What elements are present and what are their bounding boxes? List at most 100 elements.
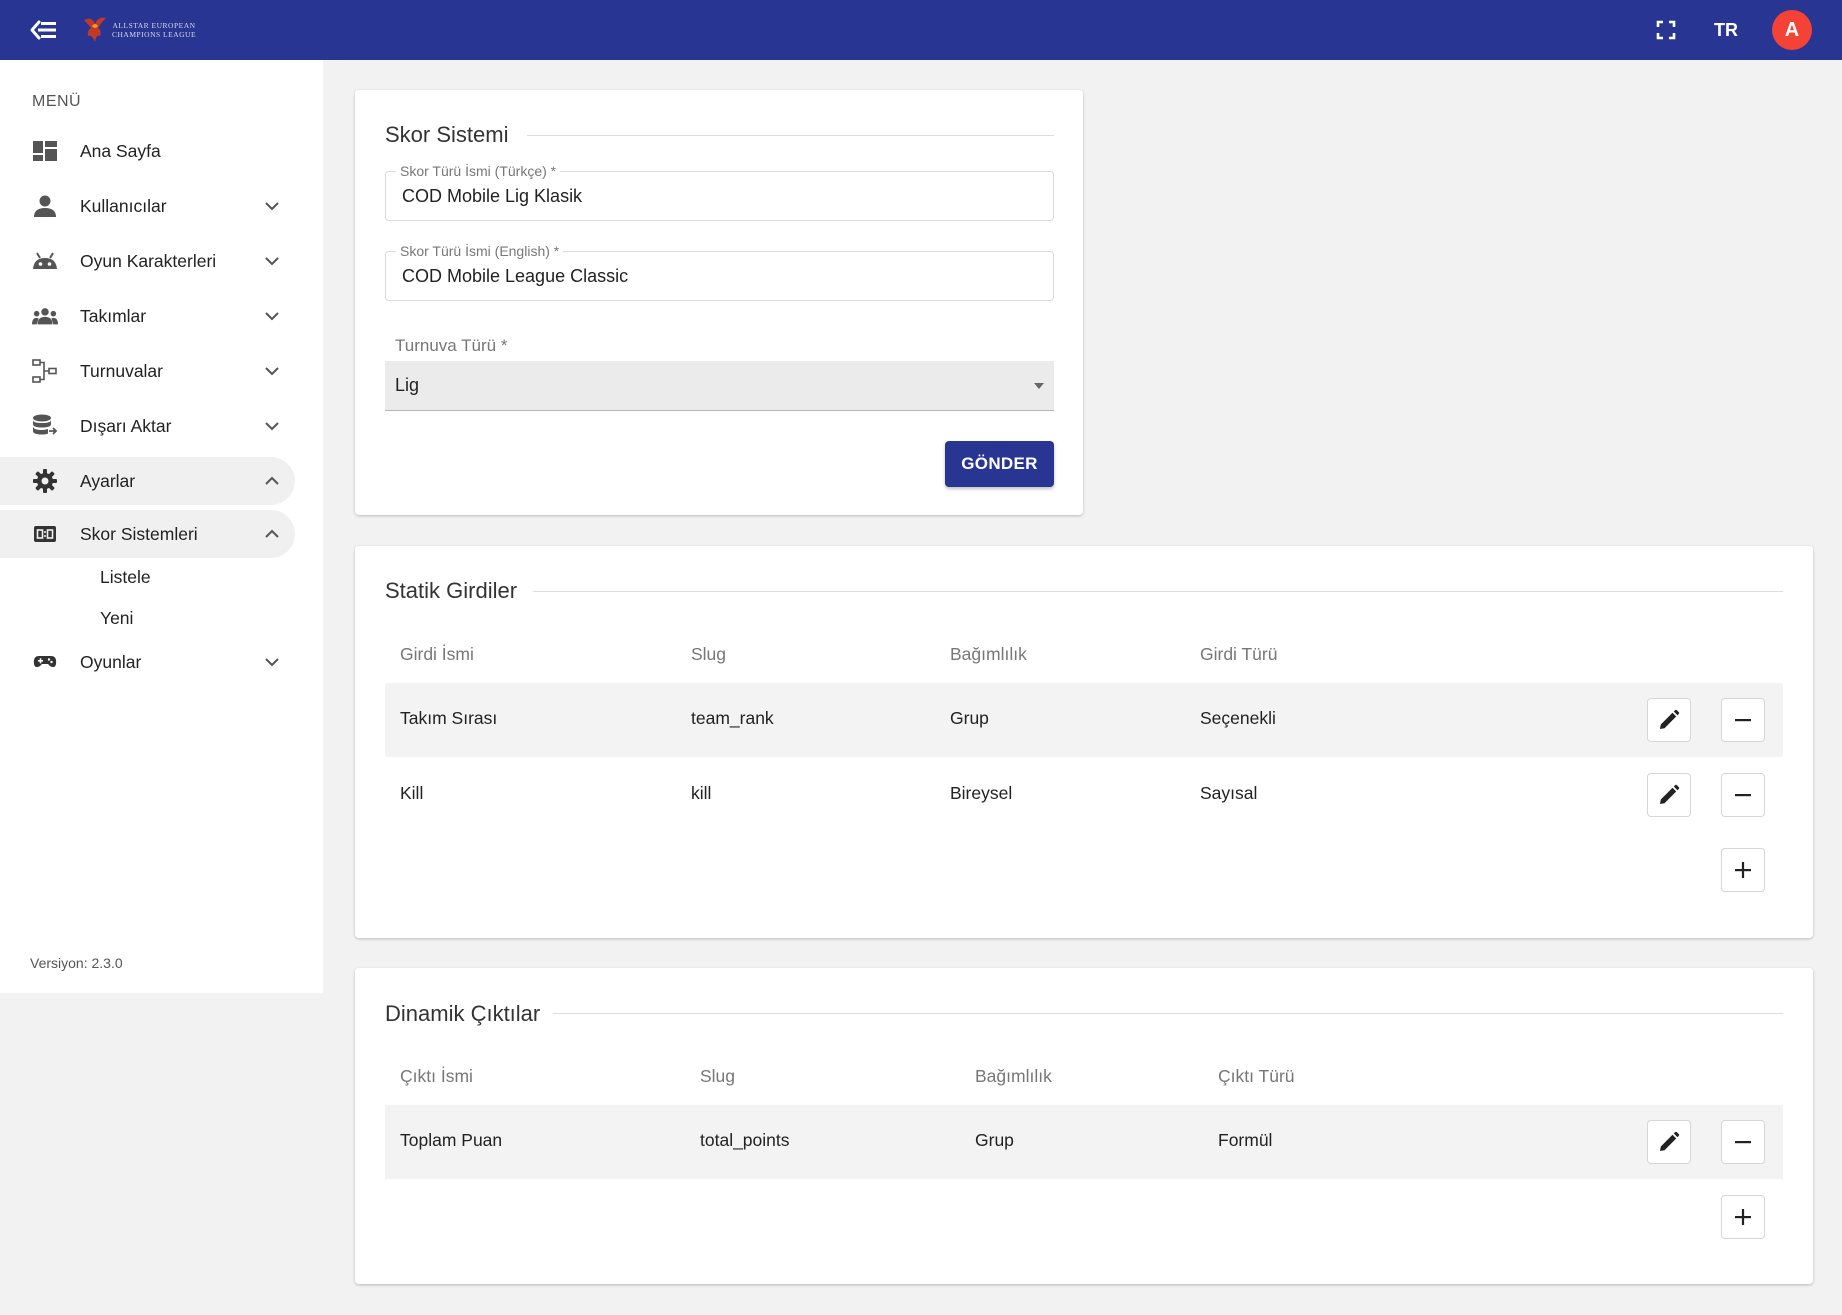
name-en-field[interactable]: Skor Türü İsmi (English) * COD Mobile Le… [385,243,1054,301]
cell-slug: team_rank [691,708,774,728]
legend-divider [533,591,1783,592]
sidebar-item-label: Turnuvalar [80,360,163,381]
column-header-output-type: Çıktı Türü [1218,1066,1295,1086]
sidebar-item-label: Oyunlar [80,651,142,672]
chevron-down-icon [265,312,279,321]
name-en-value[interactable]: COD Mobile League Classic [402,266,628,287]
minus-icon [1735,1141,1751,1144]
chevron-down-icon [265,257,279,266]
chevron-up-icon [265,529,279,538]
column-header-input-name: Girdi İsmi [400,644,474,664]
minus-icon [1735,794,1751,797]
sidebar-item-export[interactable]: Dışarı Aktar [0,402,295,450]
gear-icon [32,469,58,493]
sidebar-item-game-characters[interactable]: Oyun Karakterleri [0,237,295,285]
column-header-dependency: Bağımlılık [975,1066,1052,1086]
add-input-button[interactable] [1721,848,1765,892]
name-tr-value[interactable]: COD Mobile Lig Klasik [402,186,582,207]
name-tr-field[interactable]: Skor Türü İsmi (Türkçe) * COD Mobile Lig… [385,163,1054,221]
table-row: Takım Sırası team_rank Grup Seçenekli [385,683,1783,757]
dropdown-arrow-icon [1034,383,1044,389]
legend-divider [553,1013,1783,1014]
dynamic-outputs-card: Dinamik Çıktılar Çıktı İsmi Slug Bağımlı… [355,968,1813,1284]
scoreboard-icon [32,522,58,546]
sidebar-item-label: Ana Sayfa [80,140,161,161]
edit-button[interactable] [1647,1120,1691,1164]
menu-heading: MENÜ [32,93,82,110]
plus-icon [1735,862,1751,878]
sidebar: MENÜ Ana Sayfa Kullanıcılar Oyun Karakte… [0,60,323,993]
cell-output-type: Formül [1218,1130,1273,1150]
gamepad-icon [32,650,58,674]
eagle-logo-icon [84,17,106,42]
top-app-bar: ALLSTAR EUROPEAN CHAMPIONS LEAGUE TR A [0,0,1842,60]
cell-dependency: Grup [975,1130,1014,1150]
remove-button[interactable] [1721,773,1765,817]
user-avatar[interactable]: A [1772,10,1812,50]
cell-output-name: Toplam Puan [400,1130,503,1150]
static-inputs-title: Statik Girdiler [385,578,518,603]
dashboard-icon [32,139,58,163]
minus-icon [1735,719,1751,722]
chevron-down-icon [265,202,279,211]
table-row: Kill kill Bireysel Sayısal [385,758,1783,832]
score-system-card: Skor Sistemi Skor Türü İsmi (Türkçe) * C… [355,90,1083,515]
cell-dependency: Grup [950,708,989,728]
sidebar-item-users[interactable]: Kullanıcılar [0,182,295,230]
app-logo[interactable]: ALLSTAR EUROPEAN CHAMPIONS LEAGUE [82,14,196,46]
cell-input-name: Takım Sırası [400,708,498,728]
tournament-type-value: Lig [395,375,420,395]
edit-button[interactable] [1647,698,1691,742]
group-icon [32,304,58,328]
column-header-input-type: Girdi Türü [1200,644,1278,664]
remove-button[interactable] [1721,1120,1765,1164]
cell-input-name: Kill [400,783,424,803]
cell-slug: kill [691,783,712,803]
sidebar-item-label: Dışarı Aktar [80,415,172,436]
database-export-icon [32,414,58,438]
sidebar-item-games[interactable]: Oyunlar [0,638,295,686]
column-header-dependency: Bağımlılık [950,644,1027,664]
plus-icon [1735,1209,1751,1225]
sidebar-item-home[interactable]: Ana Sayfa [0,127,295,175]
name-en-label: Skor Türü İsmi (English) * [396,243,564,259]
column-header-slug: Slug [691,644,727,664]
sidebar-subitem-list[interactable]: Listele [100,567,151,588]
tournament-type-select[interactable]: Lig [385,361,1054,411]
pencil-icon [1660,784,1680,804]
sidebar-item-teams[interactable]: Takımlar [0,292,295,340]
legend-divider [527,135,1054,136]
edit-button[interactable] [1647,773,1691,817]
chevron-down-icon [265,422,279,431]
column-header-slug: Slug [700,1066,736,1086]
cell-slug: total_points [700,1130,790,1150]
pencil-icon [1660,1131,1680,1151]
submit-button[interactable]: GÖNDER [945,441,1054,487]
language-switcher[interactable]: TR [1714,18,1738,42]
cell-dependency: Bireysel [950,783,1013,803]
tournament-type-label: Turnuva Türü * [395,336,508,355]
version-label: Versiyon: 2.3.0 [30,955,123,971]
chevron-up-icon [265,476,279,485]
collapse-menu-icon[interactable] [28,16,60,44]
sidebar-item-label: Ayarlar [80,470,136,491]
remove-button[interactable] [1721,698,1765,742]
name-tr-label: Skor Türü İsmi (Türkçe) * [396,163,561,179]
score-system-title: Skor Sistemi [385,122,509,147]
logo-line-1: ALLSTAR EUROPEAN [112,21,196,30]
fullscreen-icon[interactable] [1654,18,1678,42]
pencil-icon [1660,709,1680,729]
sidebar-item-settings[interactable]: Ayarlar [0,457,295,505]
add-output-button[interactable] [1721,1195,1765,1239]
android-icon [32,249,58,273]
sidebar-item-score-systems[interactable]: Skor Sistemleri [0,510,295,558]
cell-input-type: Sayısal [1200,783,1258,803]
dynamic-outputs-title: Dinamik Çıktılar [385,1001,541,1026]
cell-input-type: Seçenekli [1200,708,1276,728]
chevron-down-icon [265,658,279,667]
sidebar-item-label: Takımlar [80,305,147,326]
sidebar-subitem-new[interactable]: Yeni [100,608,133,629]
sidebar-item-label: Kullanıcılar [80,195,167,216]
logo-line-2: CHAMPIONS LEAGUE [112,30,197,39]
sidebar-item-tournaments[interactable]: Turnuvalar [0,347,295,395]
